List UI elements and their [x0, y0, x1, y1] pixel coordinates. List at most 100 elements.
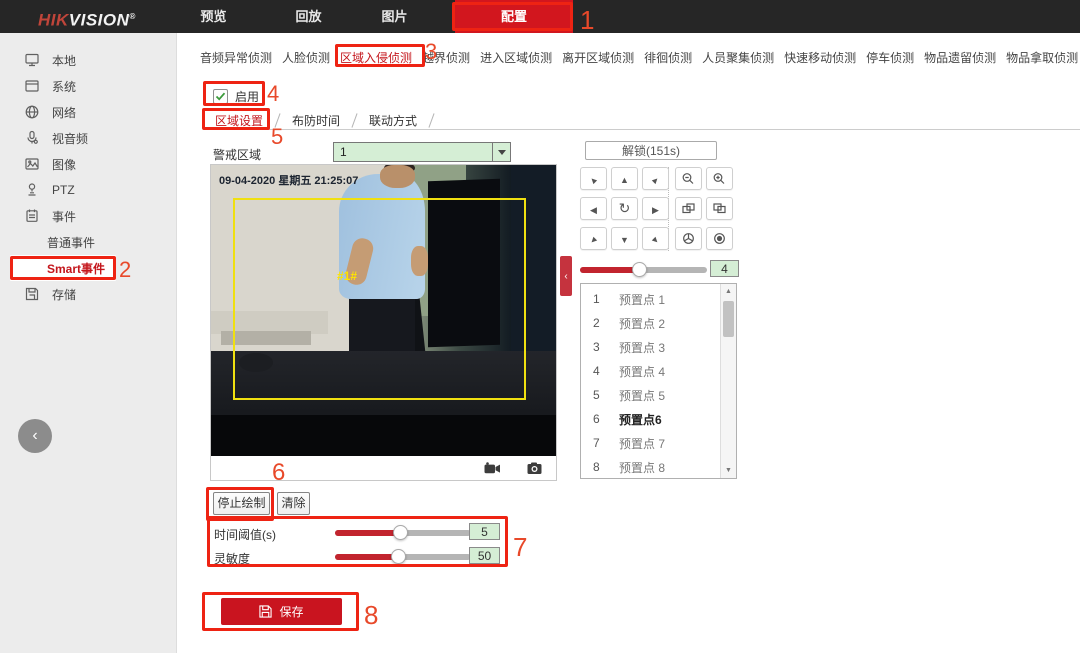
tab-detection-12[interactable]: 物品拿取侦测	[1006, 49, 1078, 66]
live-video-preview[interactable]: 09-04-2020 星期五 21:25:07 #1#	[211, 165, 556, 456]
preset-item-8[interactable]: 8预置点 8	[581, 455, 736, 479]
ptz-arrow-up-button[interactable]: ▲	[611, 167, 638, 190]
stop-drawing-button[interactable]: 停止绘制	[213, 492, 270, 515]
auto-scan-icon: ↻	[619, 201, 631, 216]
sidebar-item-label: 普通事件	[47, 234, 95, 251]
tab-detection-7[interactable]: 徘徊侦测	[644, 49, 692, 66]
ptz-arrow-left-button[interactable]: ◀	[580, 197, 607, 220]
record-icon[interactable]	[484, 462, 501, 475]
snapshot-icon[interactable]	[527, 462, 542, 475]
arrow-down-right-icon: ▼	[651, 232, 660, 246]
tab-detection-8[interactable]: 人员聚集侦测	[702, 49, 774, 66]
sensitivity-slider-thumb[interactable]	[391, 549, 406, 564]
sidebar-item-4[interactable]: 视音频	[0, 125, 176, 151]
iris-open-icon	[712, 232, 727, 245]
logo-vision: VISION	[69, 11, 130, 30]
subtab-3[interactable]: 联动方式	[359, 112, 427, 129]
ptz-speed-slider-thumb[interactable]	[632, 262, 647, 277]
preset-item-7[interactable]: 7预置点 7	[581, 431, 736, 455]
ptz-arrow-down-button[interactable]: ▼	[611, 227, 638, 250]
unlock-button[interactable]: 解锁(151s)	[585, 141, 717, 160]
sidebar-item-7[interactable]: 事件	[0, 203, 176, 229]
sidebar-item-label: 系统	[52, 78, 76, 95]
top-menu-item-4[interactable]: 配置	[455, 0, 573, 33]
tab-detection-1[interactable]: 音频异常侦测	[200, 49, 272, 66]
top-menu-item-3[interactable]: 图片	[367, 0, 422, 33]
sidebar-item-10[interactable]: 存储	[0, 281, 176, 307]
collapse-ptz-panel-handle[interactable]: ‹	[560, 256, 572, 296]
ptz-iris-open-button[interactable]	[706, 227, 733, 250]
preset-number: 3	[593, 340, 609, 354]
top-menu-item-1[interactable]: 预览	[186, 0, 241, 33]
sidebar-item-6[interactable]: PTZ	[0, 177, 176, 203]
preset-item-4[interactable]: 4预置点 4	[581, 359, 736, 383]
system-icon	[24, 78, 40, 94]
sidebar-item-1[interactable]: 本地	[0, 47, 176, 73]
scrollbar-thumb[interactable]	[723, 301, 734, 337]
preset-item-2[interactable]: 2预置点 2	[581, 311, 736, 335]
scroll-up-icon[interactable]: ▲	[721, 284, 736, 299]
clear-button[interactable]: 清除	[277, 492, 310, 515]
preset-label: 预置点 4	[619, 363, 665, 380]
alert-region-label: 警戒区域	[213, 146, 261, 163]
ptz-arrow-up-left-button[interactable]: ▲	[580, 167, 607, 190]
save-disk-icon	[259, 605, 272, 618]
tab-detection-4[interactable]: 越界侦测	[422, 49, 470, 66]
ptz-zoom-in-button[interactable]	[706, 167, 733, 190]
ptz-arrow-right-button[interactable]: ▶	[642, 197, 669, 220]
preset-number: 8	[593, 460, 609, 474]
sidebar-item-2[interactable]: 系统	[0, 73, 176, 99]
tab-detection-2[interactable]: 人脸侦测	[282, 49, 330, 66]
tab-detection-5[interactable]: 进入区域侦测	[480, 49, 552, 66]
alert-region-select[interactable]: 1	[333, 142, 511, 162]
preset-scrollbar[interactable]: ▲ ▼	[720, 284, 736, 478]
sidebar-item-5[interactable]: 图像	[0, 151, 176, 177]
scroll-down-icon[interactable]: ▼	[721, 463, 736, 478]
tab-detection-9[interactable]: 快速移动侦测	[784, 49, 856, 66]
tab-detection-11[interactable]: 物品遗留侦测	[924, 49, 996, 66]
ptz-focus-near-button[interactable]	[675, 197, 702, 220]
preset-number: 2	[593, 316, 609, 330]
hikvision-config-page: HIKVISION® 预览回放图片配置 本地系统网络视音频图像PTZ事件普通事件…	[0, 0, 1080, 653]
tab-detection-10[interactable]: 停车侦测	[866, 49, 914, 66]
ptz-arrow-down-right-button[interactable]: ▼	[642, 227, 669, 250]
preset-item-6[interactable]: 6预置点6	[581, 407, 736, 431]
subtab-2[interactable]: 布防时间	[282, 112, 350, 129]
sidebar-item-8[interactable]: 普通事件	[0, 229, 176, 255]
video-timestamp: 09-04-2020 星期五 21:25:07	[219, 172, 358, 188]
arrow-up-icon: ▲	[620, 172, 629, 186]
enable-checkbox[interactable]	[213, 89, 228, 104]
collapse-sidebar-button[interactable]: ‹	[18, 419, 52, 453]
preset-label: 预置点 5	[619, 387, 665, 404]
top-menu-bar: HIKVISION® 预览回放图片配置	[0, 0, 1080, 33]
sidebar-item-3[interactable]: 网络	[0, 99, 176, 125]
arrow-down-left-icon: ▼	[589, 232, 598, 246]
subtab-1[interactable]: 区域设置	[205, 112, 273, 129]
ptz-focus-far-button[interactable]	[706, 197, 733, 220]
tab-detection-3[interactable]: 区域入侵侦测	[340, 49, 412, 66]
top-menu-item-2[interactable]: 回放	[281, 0, 336, 33]
annotation-number-4: 4	[267, 83, 279, 105]
ptz-arrow-down-left-button[interactable]: ▼	[580, 227, 607, 250]
ptz-auto-scan-button[interactable]: ↻	[611, 197, 638, 220]
ptz-speed-slider-fill	[580, 267, 640, 273]
logo-registered-mark: ®	[129, 12, 135, 21]
save-button[interactable]: 保存	[221, 598, 342, 625]
ptz-control-pad: ▲▲▲◀↻▶▼▼▼	[580, 167, 736, 251]
preset-item-1[interactable]: 1预置点 1	[581, 287, 736, 311]
ptz-iris-close-button[interactable]	[675, 227, 702, 250]
tab-detection-6[interactable]: 离开区域侦测	[562, 49, 634, 66]
sidebar-item-9[interactable]: Smart事件	[10, 255, 116, 281]
preset-number: 1	[593, 292, 609, 306]
storage-icon	[24, 286, 40, 302]
ptz-zoom-out-button[interactable]	[675, 167, 702, 190]
time-threshold-slider-thumb[interactable]	[393, 525, 408, 540]
preset-number: 6	[593, 412, 609, 426]
dropdown-arrow-button[interactable]	[492, 143, 510, 161]
preset-item-5[interactable]: 5预置点 5	[581, 383, 736, 407]
sidebar-item-label: 网络	[52, 104, 76, 121]
annotation-number-8: 8	[364, 602, 378, 628]
preset-item-3[interactable]: 3预置点 3	[581, 335, 736, 359]
ptz-arrow-up-right-button[interactable]: ▲	[642, 167, 669, 190]
detection-zone-rectangle[interactable]	[233, 198, 526, 400]
